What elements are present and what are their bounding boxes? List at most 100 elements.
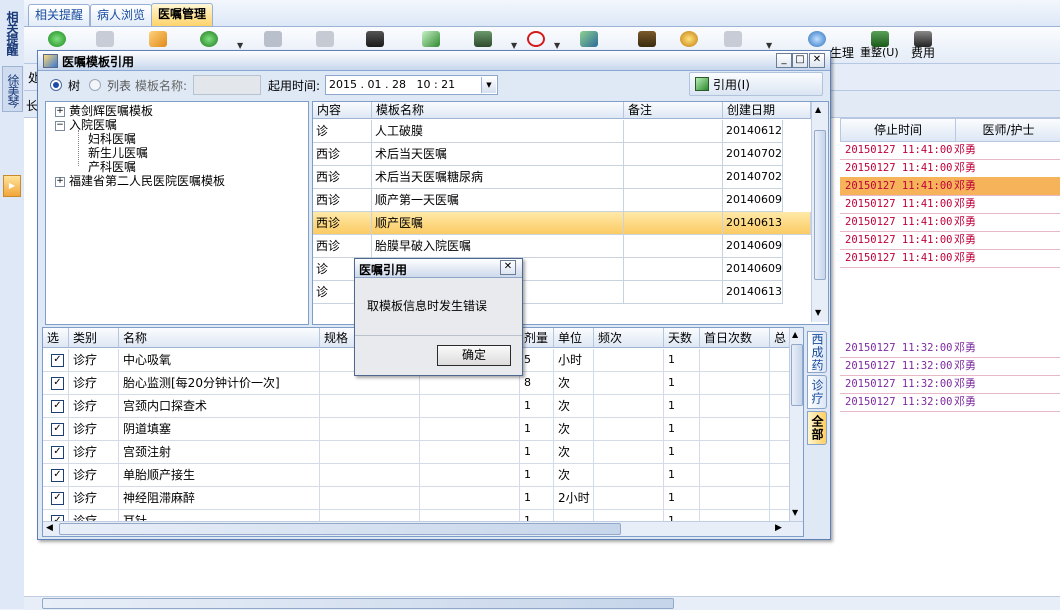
dropdown-arrow-icon[interactable]: ▼ [766,41,772,50]
select-cell[interactable]: ✓ [43,418,69,441]
side-tab-patient[interactable]: 徐美琴 [2,66,23,112]
undo-icon[interactable] [316,31,334,47]
select-cell[interactable]: ✓ [43,487,69,510]
table-row[interactable]: 20150127 11:41:00 邓勇 [840,249,1060,268]
tree-node[interactable]: 新生儿医嘱 [88,147,148,160]
template-name-input[interactable] [193,75,261,95]
column-header-note[interactable]: 备注 [624,102,723,119]
radio-list[interactable] [89,79,101,91]
scrollbar-thumb[interactable] [59,523,621,535]
mail-icon[interactable] [724,31,742,47]
column-header-name[interactable]: 名称 [119,328,320,348]
tab-reminders[interactable]: 相关提醒 [28,4,91,26]
tab-patient-browse[interactable]: 病人浏览 [90,4,153,26]
side-tab-treatment[interactable]: 诊疗 [807,375,827,409]
column-header-template-name[interactable]: 模板名称 [372,102,624,119]
radio-tree[interactable] [50,79,62,91]
column-header-first-day-count[interactable]: 首日次数 [700,328,770,348]
tree-node[interactable]: 福建省第二人民医院医嘱模板 [69,175,225,188]
book-icon[interactable] [638,31,656,47]
close-button[interactable]: ✕ [809,53,825,68]
column-header-doctor[interactable]: 医师/护士 [955,118,1060,142]
dropdown-arrow-icon[interactable]: ▼ [511,41,517,50]
select-cell[interactable]: ✓ [43,349,69,372]
edit-icon[interactable] [680,31,698,47]
table-row-selected[interactable]: 20150127 11:41:00 邓勇 [840,177,1060,196]
column-header-days[interactable]: 天数 [664,328,700,348]
column-header-unit[interactable]: 单位 [554,328,594,348]
checkbox[interactable]: ✓ [51,423,64,436]
scroll-down-icon[interactable]: ▼ [792,508,798,517]
scroll-up-icon[interactable]: ▲ [815,105,821,114]
transfer-icon[interactable] [580,31,598,47]
select-cell[interactable]: ✓ [43,441,69,464]
fee-button[interactable]: 费用 [911,44,935,61]
column-header-total[interactable]: 总 [770,328,790,348]
save-icon[interactable] [264,31,282,47]
tab-order-management[interactable]: 医嘱管理 [151,3,214,26]
add-icon[interactable] [48,31,66,47]
scroll-down-icon[interactable]: ▼ [815,308,821,317]
background-horizontal-scrollbar[interactable] [24,596,1060,610]
minimize-button[interactable]: _ [776,53,792,68]
scrollbar-thumb[interactable] [42,598,674,609]
tree-node[interactable]: 妇科医嘱 [88,133,136,146]
start-time-picker[interactable]: 2015 . 01 . 28 10 : 21 ▼ [325,75,498,95]
side-tab-western-medicine[interactable]: 西成药 [807,331,827,373]
copy-icon[interactable] [96,31,114,47]
dialog-title-bar[interactable]: 医嘱模板引用 _ □ ✕ [38,51,830,71]
checkbox[interactable]: ✓ [51,354,64,367]
checkbox[interactable]: ✓ [51,492,64,505]
side-tab-all[interactable]: 全部 [807,411,827,445]
reorganize-button[interactable]: 重整(U) [860,44,899,60]
table-row[interactable]: 20150127 11:32:00 邓勇 [840,339,1060,358]
maximize-button[interactable]: □ [792,53,808,68]
table-row[interactable]: 20150127 11:41:00 邓勇 [840,141,1060,160]
checkbox[interactable]: ✓ [51,377,64,390]
scrollbar-thumb[interactable] [814,130,826,280]
expand-icon[interactable]: + [55,177,65,187]
checkbox[interactable]: ✓ [51,400,64,413]
column-header-stop-time[interactable]: 停止时间 [840,118,956,142]
scroll-right-icon[interactable]: ▶ [775,523,782,533]
column-header-select[interactable]: 选 [43,328,69,348]
process-button[interactable]: 生理 [830,44,854,61]
column-header-frequency[interactable]: 频次 [594,328,664,348]
checkbox[interactable]: ✓ [51,469,64,482]
print-icon[interactable] [366,31,384,47]
expand-icon[interactable]: + [55,107,65,117]
scroll-left-icon[interactable]: ◀ [46,523,53,533]
ok-button[interactable]: 确定 [437,345,511,366]
chevron-down-icon[interactable]: ▼ [481,77,496,93]
close-button[interactable]: ✕ [500,260,516,275]
collapse-icon[interactable]: − [55,121,65,131]
table-row[interactable]: 20150127 11:32:00 邓勇 [840,357,1060,376]
checkbox[interactable]: ✓ [51,446,64,459]
check-icon[interactable] [422,31,440,47]
table-row[interactable]: 20150127 11:32:00 邓勇 [840,393,1060,412]
template-grid-vertical-scrollbar[interactable]: ▲ ▼ [811,102,828,322]
select-cell[interactable]: ✓ [43,395,69,418]
column-header-content[interactable]: 内容 [313,102,372,119]
table-row[interactable]: 20150127 11:41:00 邓勇 [840,213,1060,232]
remove-icon[interactable] [200,31,218,47]
column-header-dose[interactable]: 剂量 [520,328,554,348]
message-box-title-bar[interactable]: 医嘱引用 ✕ [355,259,522,278]
dropdown-arrow-icon[interactable]: ▼ [554,41,560,50]
tree-node[interactable]: 入院医嘱 [69,119,117,132]
detail-grid-horizontal-scrollbar[interactable]: ◀ ▶ [43,521,803,536]
trash-icon[interactable] [474,31,492,47]
process-icon[interactable] [808,31,826,47]
scroll-up-icon[interactable]: ▲ [792,330,798,339]
column-header-created-date[interactable]: 创建日期 [723,102,811,119]
stop-icon[interactable] [527,31,545,47]
detail-grid-vertical-scrollbar[interactable]: ▲ ▼ [789,328,803,521]
table-row[interactable]: 20150127 11:32:00 邓勇 [840,375,1060,394]
table-row[interactable]: 20150127 11:41:00 邓勇 [840,231,1060,250]
table-row[interactable]: 20150127 11:41:00 邓勇 [840,195,1060,214]
select-cell[interactable]: ✓ [43,464,69,487]
column-header-type[interactable]: 类别 [69,328,119,348]
table-row[interactable]: 20150127 11:41:00 邓勇 [840,159,1060,178]
tree-node[interactable]: 产科医嘱 [88,161,136,174]
reference-button[interactable]: 引用(I) [689,72,823,96]
